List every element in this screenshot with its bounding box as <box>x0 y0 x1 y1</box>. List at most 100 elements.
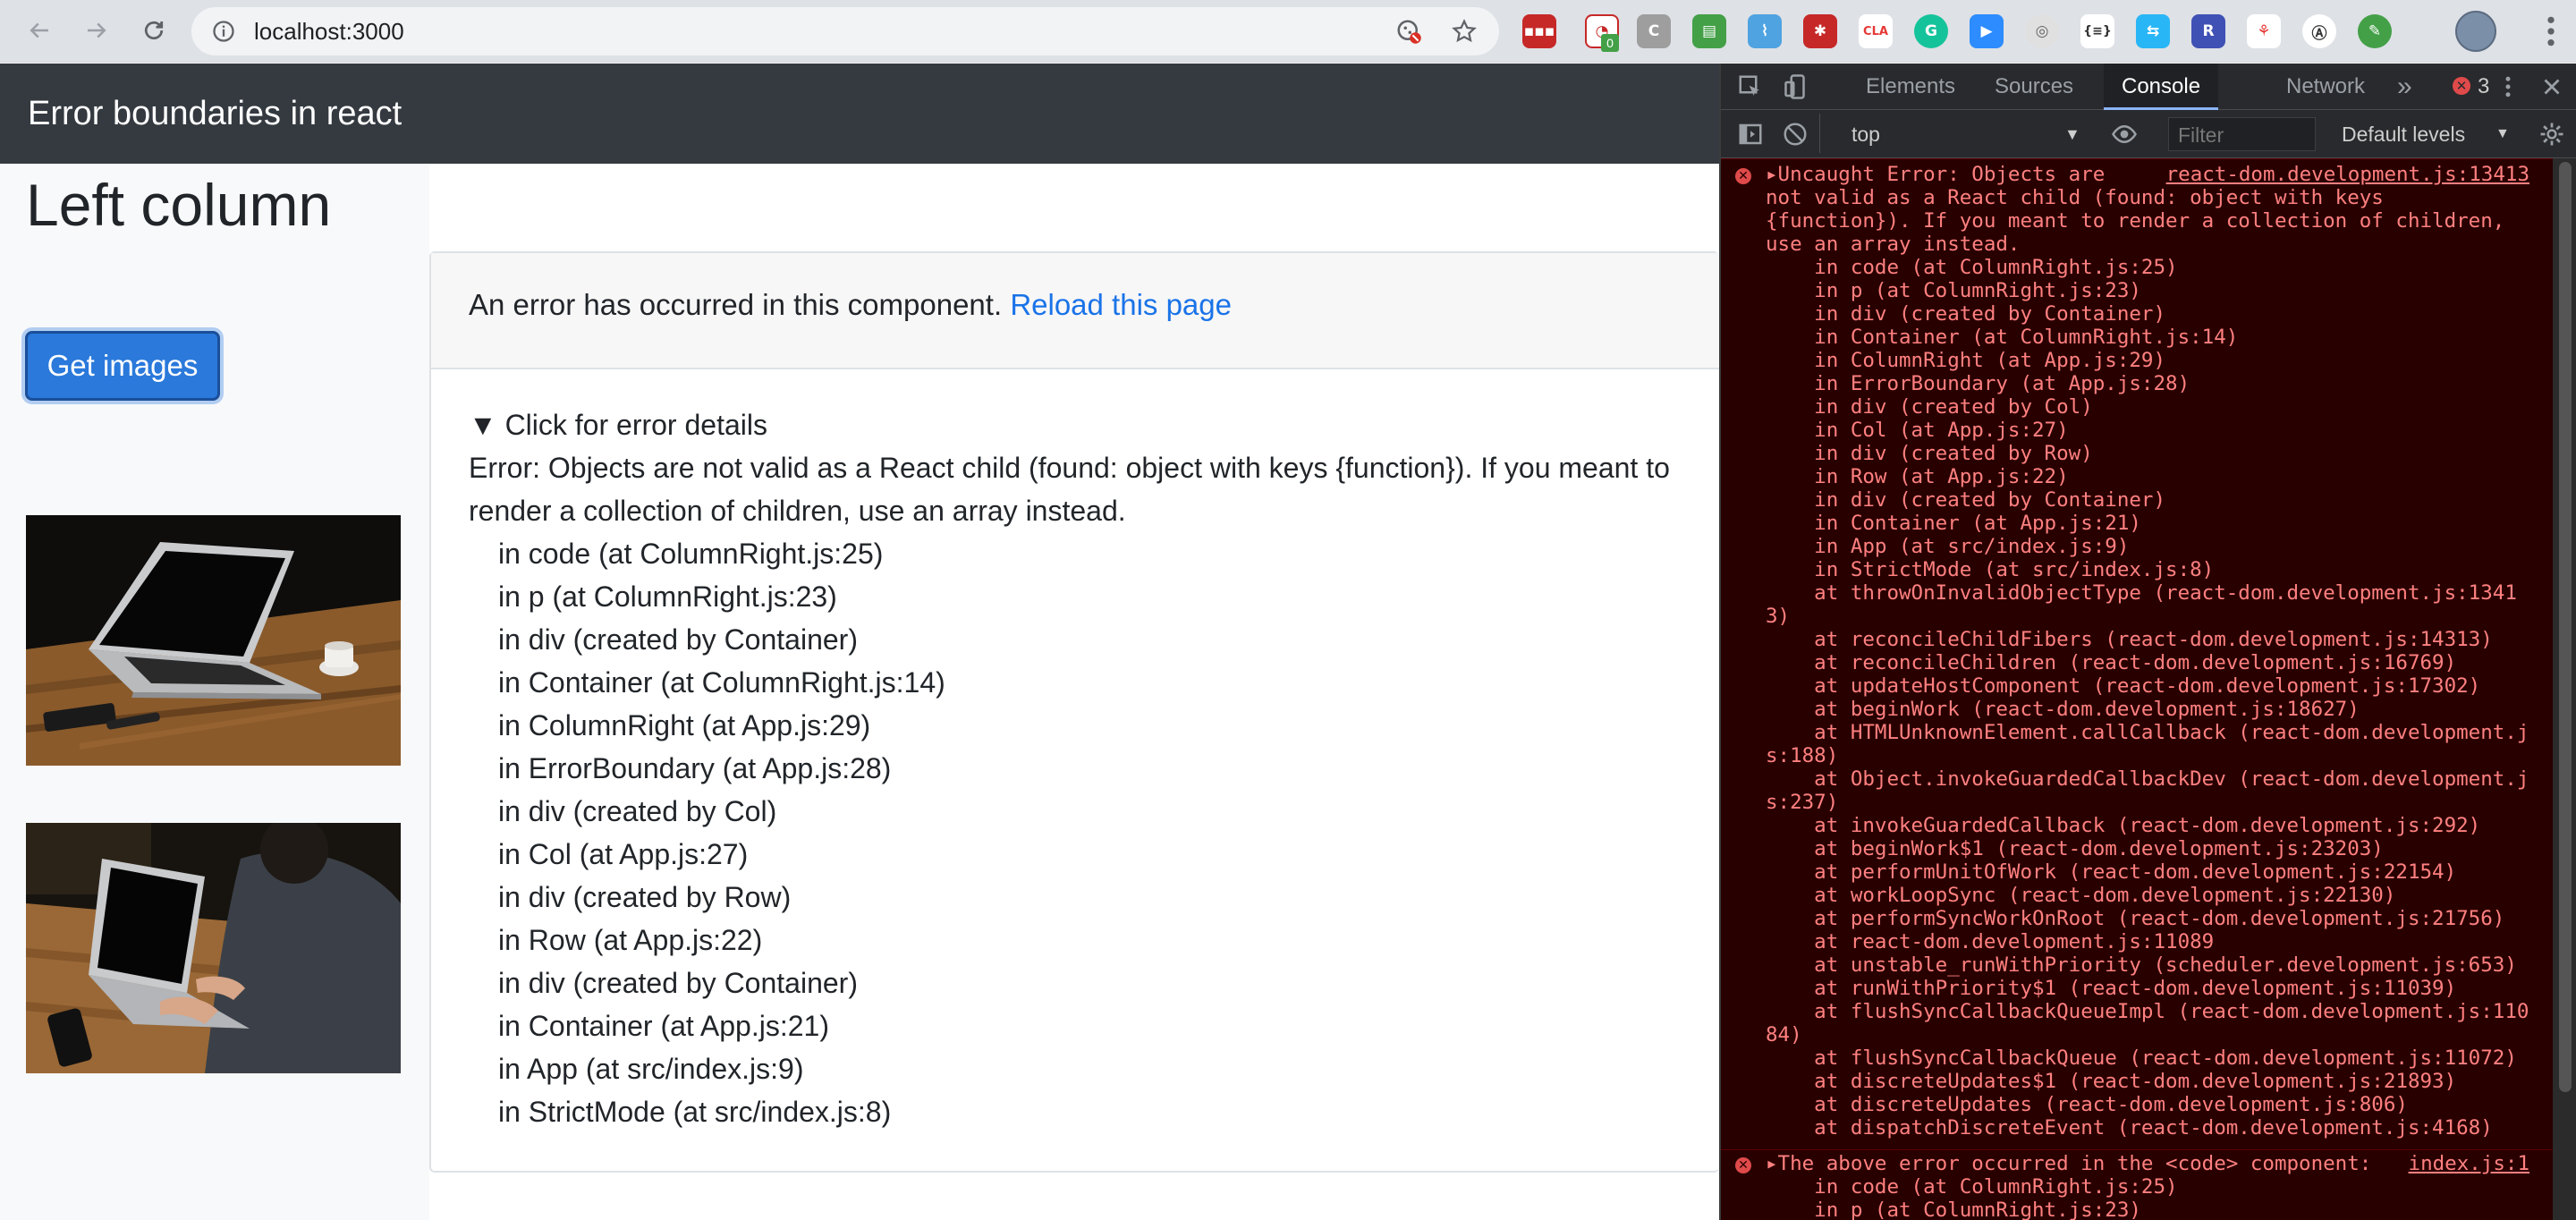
clear-console-icon[interactable] <box>1782 121 1809 148</box>
console-filter-input[interactable]: Filter <box>2168 117 2316 151</box>
error-count-icon[interactable]: ✕ <box>2453 77 2470 95</box>
error-stack-text[interactable]: ▸Uncaught Error: Objects are not valid a… <box>1766 163 2535 1140</box>
console-line: {function}). If you meant to render a co… <box>1766 209 2505 233</box>
console-error-message: ✕ react-dom.development.js:13413 ▸Uncaug… <box>1721 158 2553 1142</box>
live-expression-eye-icon[interactable] <box>2111 121 2138 148</box>
extension-6-icon[interactable]: ✱ <box>1803 14 1837 48</box>
console-toolbar: top ▼ Filter Default levels ▼ <box>1721 110 2576 158</box>
profile-avatar[interactable] <box>2455 11 2496 52</box>
console-line: at throwOnInvalidObjectType (react-dom.d… <box>1766 581 2517 605</box>
console-scrollbar-thumb[interactable] <box>2559 162 2572 1092</box>
stack-line: in Col (at App.js:27) <box>498 838 749 870</box>
console-scrollbar[interactable] <box>2553 158 2576 1220</box>
tab-network[interactable]: Network <box>2286 64 2365 110</box>
stack-line: in Row (at App.js:22) <box>498 924 763 956</box>
extension-14-icon[interactable]: ⚘ <box>2247 14 2281 48</box>
json-viewer-icon[interactable]: {≡} <box>2080 14 2114 48</box>
extension-3-icon[interactable]: C <box>1637 14 1671 48</box>
stack-line: in div (created by Col) <box>498 795 777 827</box>
inspect-element-icon[interactable] <box>1737 73 1764 100</box>
stack-line: in div (created by Container) <box>498 967 858 999</box>
stack-line: in App (at src/index.js:9) <box>498 1053 804 1085</box>
console-line: in p (at ColumnRight.js:23) <box>1766 279 2141 302</box>
console-line: at performUnitOfWork (react-dom.developm… <box>1766 860 2457 884</box>
extension-1-icon[interactable]: ▪▪▪ <box>1522 14 1556 48</box>
error-card-header-text: An error has occurred in this component.… <box>469 284 1232 326</box>
sidebar-toggle-icon[interactable] <box>1737 121 1764 148</box>
error-header-message: An error has occurred in this component. <box>469 288 1003 321</box>
error-icon: ✕ <box>1735 168 1751 184</box>
left-column-heading: Left column <box>26 172 332 238</box>
error-card-header: An error has occurred in this component.… <box>431 253 1719 369</box>
levels-dropdown-icon[interactable]: ▼ <box>2496 122 2510 147</box>
extension-10-icon[interactable]: ◎ <box>2025 14 2059 48</box>
address-bar[interactable]: localhost:3000 <box>191 7 1499 55</box>
console-error-message: ✕ index.js:1 ▸The above error occurred i… <box>1721 1149 2553 1220</box>
console-line: at reconcileChildren (react-dom.developm… <box>1766 651 2457 674</box>
back-icon[interactable] <box>20 11 59 50</box>
console-line: at updateHostComponent (react-dom.develo… <box>1766 674 2481 698</box>
tab-sources[interactable]: Sources <box>1995 64 2073 110</box>
console-line: ▸The above error occurred in the <code> … <box>1766 1152 2372 1175</box>
tab-console[interactable]: Console <box>2104 64 2219 110</box>
evernote-icon[interactable]: ✎ <box>2358 14 2392 48</box>
bookmark-star-icon[interactable] <box>1451 18 1478 45</box>
tab-elements[interactable]: Elements <box>1866 64 1955 110</box>
zoom-icon[interactable]: ▶ <box>1970 14 2004 48</box>
console-line: not valid as a React child (found: objec… <box>1766 186 2384 209</box>
extension-7-icon[interactable]: CLA <box>1859 14 1893 48</box>
extension-13-icon[interactable]: R <box>2191 14 2225 48</box>
laptop-photo-2 <box>26 823 401 1073</box>
right-column: An error has occurred in this component.… <box>429 164 1719 1220</box>
devtools-menu-icon[interactable] <box>2499 73 2517 100</box>
context-dropdown-icon[interactable]: ▼ <box>2064 122 2080 147</box>
console-line: at beginWork$1 (react-dom.development.js… <box>1766 837 2384 860</box>
stack-line: in ErrorBoundary (at App.js:28) <box>498 752 892 784</box>
console-line: at dispatchDiscreteEvent (react-dom.deve… <box>1766 1116 2493 1140</box>
error-stack-text[interactable]: ▸The above error occurred in the <code> … <box>1766 1152 2535 1220</box>
extension-15-icon[interactable]: Ⓐ <box>2302 14 2336 48</box>
url-text: localhost:3000 <box>254 18 404 45</box>
stack-line: in div (created by Row) <box>498 881 792 913</box>
reload-page-link[interactable]: Reload this page <box>1010 288 1232 321</box>
extension-12-icon[interactable]: ⇆ <box>2136 14 2170 48</box>
app-navbar: Error boundaries in react <box>0 64 1719 164</box>
extension-badge: 0 <box>1601 34 1619 52</box>
console-line: in code (at ColumnRight.js:25) <box>1766 1175 2178 1199</box>
console-line: at beginWork (react-dom.development.js:1… <box>1766 698 2360 721</box>
site-info-icon[interactable] <box>211 19 236 44</box>
console-settings-gear-icon[interactable] <box>2538 121 2565 148</box>
console-line: at HTMLUnknownElement.callCallback (reac… <box>1766 721 2529 744</box>
error-message: Error: Objects are not valid as a React … <box>469 452 1670 527</box>
console-output: ✕ react-dom.development.js:13413 ▸Uncaug… <box>1721 158 2576 1220</box>
forward-icon[interactable] <box>77 11 116 50</box>
console-line: at workLoopSync (react-dom.development.j… <box>1766 884 2396 907</box>
error-card: An error has occurred in this component.… <box>429 251 1719 1173</box>
devtools-tab-bar: Elements Sources Console Network » ✕ 3 <box>1721 64 2576 110</box>
device-toolbar-icon[interactable] <box>1784 73 1810 100</box>
close-devtools-icon[interactable] <box>2538 73 2565 100</box>
error-count[interactable]: 3 <box>2478 64 2489 110</box>
browser-toolbar: localhost:3000 ▪▪▪ ◔ 0 C ▤ ⌇ ✱ CLA G ▶ ◎… <box>0 0 2576 63</box>
extension-5-icon[interactable]: ⌇ <box>1748 14 1782 48</box>
cookie-blocked-icon[interactable] <box>1395 18 1422 45</box>
stack-line: in Container (at App.js:21) <box>498 1010 829 1042</box>
console-line: in StrictMode (at src/index.js:8) <box>1766 558 2215 581</box>
error-icon: ✕ <box>1735 1157 1751 1173</box>
stack-line: in p (at ColumnRight.js:23) <box>498 580 837 613</box>
more-tabs-icon[interactable]: » <box>2397 64 2412 110</box>
context-selector[interactable]: top <box>1852 122 1880 147</box>
console-line: in Row (at App.js:22) <box>1766 465 2069 488</box>
error-details-toggle[interactable]: ▼ Click for error details <box>469 403 1685 446</box>
reload-icon[interactable] <box>134 11 174 50</box>
grammarly-icon[interactable]: G <box>1914 14 1948 48</box>
get-images-button[interactable]: Get images <box>25 331 220 401</box>
console-line: in Col (at App.js:27) <box>1766 419 2069 442</box>
devtools-panel: Elements Sources Console Network » ✕ 3 t… <box>1719 64 2576 1220</box>
extension-4-icon[interactable]: ▤ <box>1692 14 1726 48</box>
console-line: at runWithPriority$1 (react-dom.developm… <box>1766 977 2457 1000</box>
console-line: s:188) <box>1766 744 1839 767</box>
browser-menu-icon[interactable] <box>2540 14 2562 48</box>
stack-line: in StrictMode (at src/index.js:8) <box>498 1096 892 1128</box>
log-levels-dropdown[interactable]: Default levels <box>2342 122 2465 147</box>
